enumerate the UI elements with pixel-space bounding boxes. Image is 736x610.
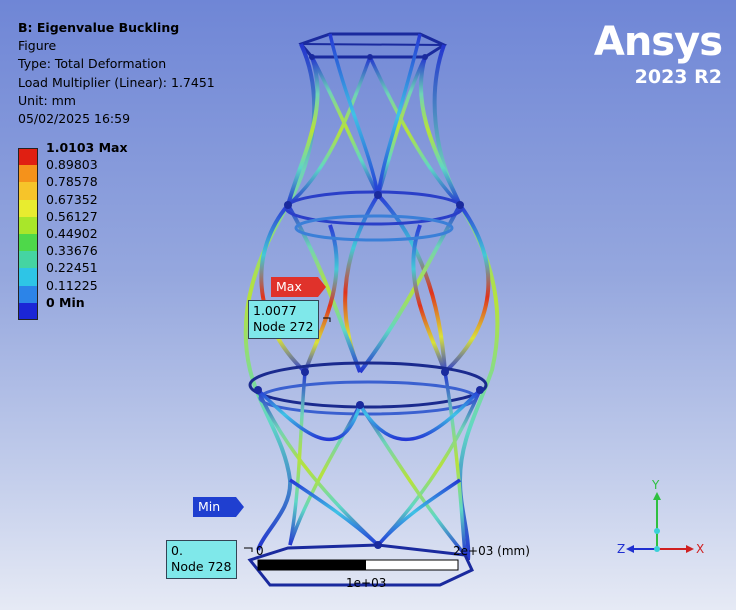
min-probe-node: Node 728 (171, 559, 232, 574)
scale-zero-label: 0 (256, 544, 264, 558)
min-flag-arrow (236, 497, 244, 517)
lattice-model[interactable]: Y X Z (0, 0, 736, 610)
max-probe-value: 1.0077 (253, 303, 297, 318)
max-probe-node: Node 272 (253, 319, 314, 334)
triad-y-label: Y (651, 478, 660, 492)
top-ring (298, 32, 448, 59)
triad-x-label: X (696, 542, 704, 556)
triad-z-label: Z (617, 542, 625, 556)
min-flag[interactable]: Min (193, 497, 236, 517)
max-probe-label[interactable]: 1.0077 Node 272 (248, 300, 320, 339)
scale-mid-label: 1e+03 (346, 576, 387, 590)
lower-struts (256, 371, 482, 557)
min-probe-label[interactable]: 0. Node 728 (166, 540, 238, 579)
graphics-viewport[interactable]: B: Eigenvalue Buckling Figure Type: Tota… (0, 0, 736, 610)
axis-triad[interactable]: Y X Z (617, 478, 704, 556)
scale-end-label: 2e+03 (mm) (453, 544, 530, 558)
max-flag[interactable]: Max (271, 277, 318, 297)
max-flag-label: Max (276, 279, 302, 294)
min-probe-pointer (244, 547, 253, 552)
scale-bar (257, 559, 459, 571)
max-flag-arrow (318, 277, 326, 297)
min-probe-value: 0. (171, 543, 183, 558)
min-flag-label: Min (198, 499, 221, 514)
